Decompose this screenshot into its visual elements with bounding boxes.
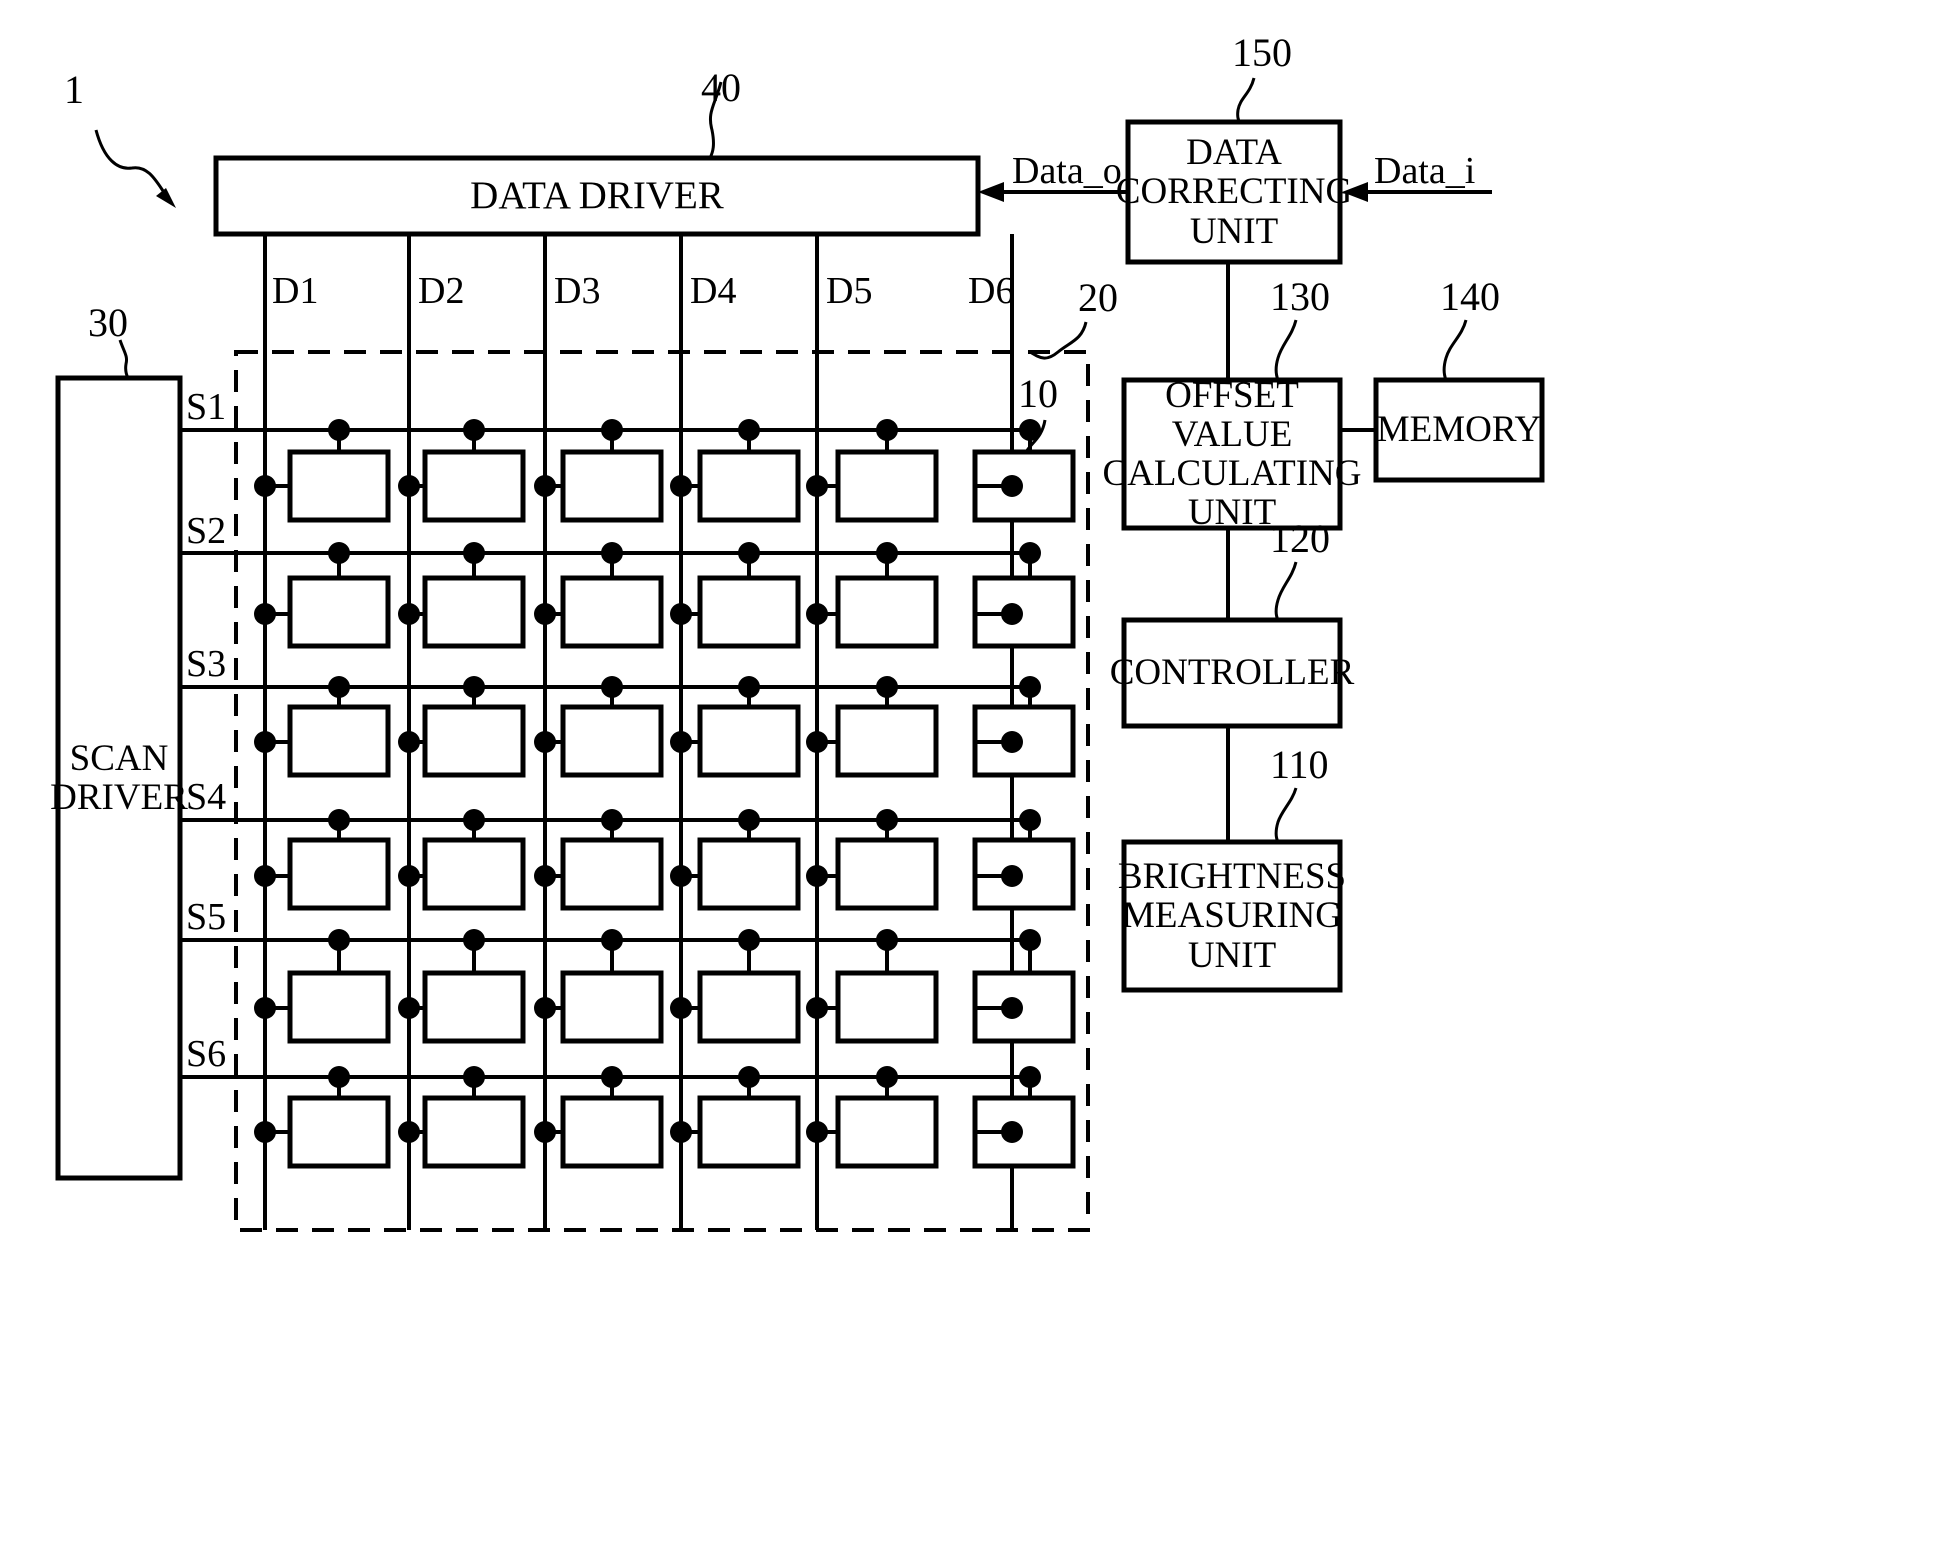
pixel-cell: [670, 676, 801, 778]
pixel-cell: [972, 676, 1076, 778]
memory-label: MEMORY: [1376, 409, 1542, 451]
pixel-cell: [806, 929, 939, 1044]
pixel-row: [254, 929, 1076, 1044]
pixel-cell: [534, 419, 664, 523]
scan-line-label-s2: S2: [186, 510, 227, 552]
pixel-cell: [670, 929, 801, 1044]
pixel-cell: [534, 809, 664, 911]
ref-controller-120: 120: [1270, 516, 1330, 561]
signal-data-in-label: Data_i: [1374, 150, 1476, 192]
pixel-row: [254, 676, 1076, 778]
data-correcting-ref-leader: [1236, 77, 1256, 124]
scan-driver-label: SCAN DRIVER: [50, 737, 188, 818]
pixel-cell: [398, 676, 526, 778]
pixel-cell: [972, 419, 1076, 523]
scan-driver-ref-leader: [118, 339, 130, 379]
ref-data-driver-40: 40: [701, 65, 741, 110]
pixel-cell: [670, 419, 801, 523]
pixel-cell: [670, 809, 801, 911]
scan-line-label-s5: S5: [186, 896, 227, 938]
pixel-cell: [670, 542, 801, 649]
ref-scan-driver-30: 30: [88, 300, 128, 345]
figure-canvas: [55, 77, 1545, 1232]
pixel-cell: [806, 419, 939, 523]
pixel-row: [254, 809, 1076, 911]
data-line-label-d6: D6: [968, 270, 1015, 312]
ref-pixel-10: 10: [1018, 371, 1058, 416]
pixel-cell: [254, 676, 391, 778]
brightness-measuring-unit-label: BRIGHTNESS MEASURING UNIT: [1117, 856, 1347, 976]
pixel-cell: [972, 1066, 1076, 1169]
offset-value-ref-leader: [1274, 319, 1298, 381]
pixel-cell: [534, 676, 664, 778]
offset-value-calculating-unit-label: OFFSET VALUE CALCULATING UNIT: [1102, 374, 1362, 534]
scan-line-label-s1: S1: [186, 386, 227, 428]
pixel-row: [254, 1066, 1076, 1169]
brightness-ref-leader: [1274, 787, 1298, 843]
pixel-cell: [254, 542, 391, 649]
pixel-row: [254, 542, 1076, 649]
pixel-cell: [398, 419, 526, 523]
pixel-row: [254, 419, 1076, 523]
data-line-label-d5: D5: [826, 270, 873, 312]
pixel-cell: [254, 929, 391, 1044]
ref-memory-140: 140: [1440, 274, 1500, 319]
pixel-cell: [534, 542, 664, 649]
pixel-cell: [972, 809, 1076, 911]
data-line-label-d1: D1: [272, 270, 319, 312]
data-driver-label: DATA DRIVER: [470, 174, 724, 218]
pixel-cell: [254, 419, 391, 523]
scan-line-label-s6: S6: [186, 1033, 227, 1075]
data-line-label-d4: D4: [690, 270, 737, 312]
scan-line-label-s4: S4: [186, 776, 227, 818]
pixel-cell: [398, 1066, 526, 1169]
data-line-label-d2: D2: [418, 270, 465, 312]
pixel-cell: [534, 929, 664, 1044]
ref-offset-value-130: 130: [1270, 274, 1330, 319]
pixel-cell: [806, 542, 939, 649]
pixel-cell: [254, 1066, 391, 1169]
pixel-matrix: [254, 419, 1076, 1169]
controller-ref-leader: [1274, 561, 1298, 621]
system-ref-leader: [94, 129, 176, 208]
pixel-cell: [254, 809, 391, 911]
pixel-cell: [398, 542, 526, 649]
pixel-cell: [972, 542, 1076, 649]
pixel-cell: [398, 809, 526, 911]
pixel-cell: [806, 809, 939, 911]
pixel-cell: [972, 929, 1076, 1044]
memory-ref-leader: [1442, 319, 1468, 381]
controller-label: CONTROLLER: [1109, 652, 1355, 694]
pixel-cell: [398, 929, 526, 1044]
data-correcting-unit-label: DATA CORRECTING UNIT: [1115, 132, 1353, 252]
data-line-label-d3: D3: [554, 270, 601, 312]
ref-brightness-110: 110: [1270, 742, 1329, 787]
pixel-cell: [806, 1066, 939, 1169]
ref-system-1: 1: [64, 67, 84, 112]
signal-data-out-label: Data_o: [1012, 150, 1122, 192]
pixel-cell: [534, 1066, 664, 1169]
ref-data-correcting-150: 150: [1232, 30, 1292, 75]
ref-display-panel-20: 20: [1078, 275, 1118, 320]
pixel-cell: [806, 676, 939, 778]
scan-line-label-s3: S3: [186, 643, 227, 685]
pixel-cell: [670, 1066, 801, 1169]
